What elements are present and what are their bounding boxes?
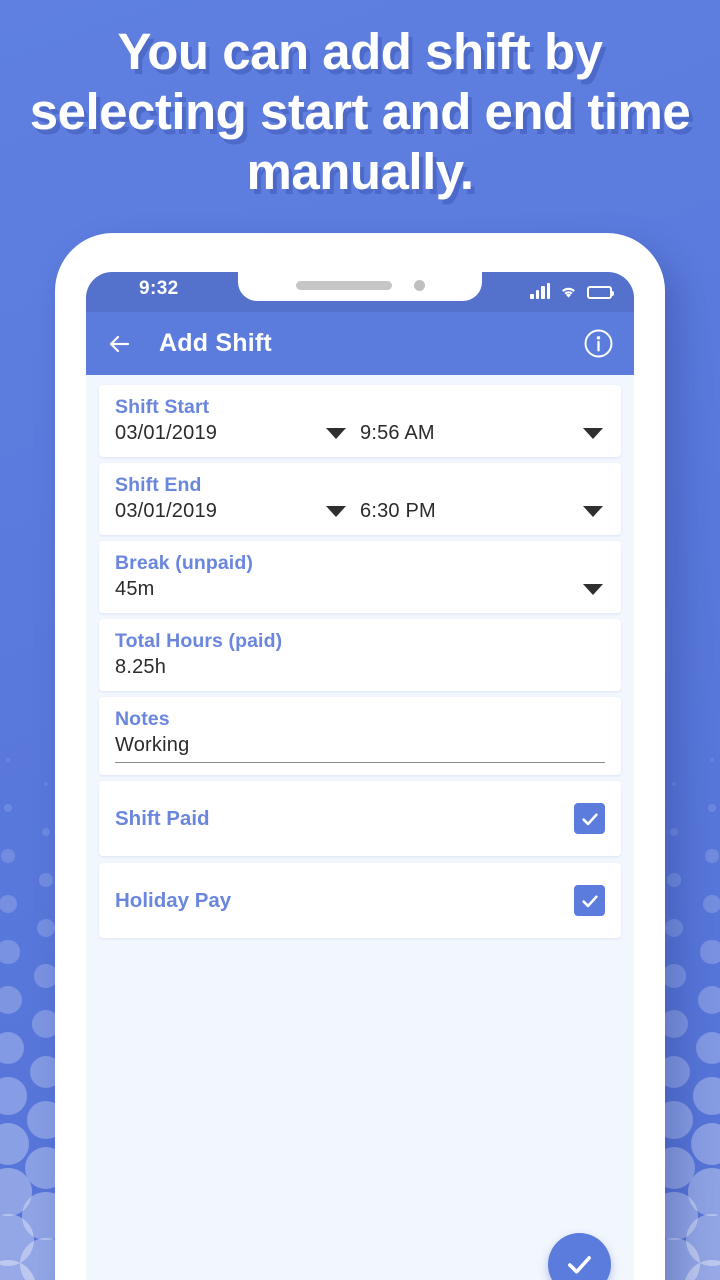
shift-end-time-value: 6:30 PM [360,500,436,522]
holiday-pay-checkbox[interactable] [574,885,605,916]
shift-paid-checkbox[interactable] [574,803,605,834]
shift-end-time-picker[interactable]: 6:30 PM [360,500,605,523]
shift-end-date-picker[interactable]: 03/01/2019 [115,500,360,523]
break-label: Break (unpaid) [115,552,253,574]
signal-bars-icon [530,283,550,299]
notes-input[interactable]: Working [115,734,605,763]
chevron-down-icon[interactable] [326,506,346,517]
form-content: Shift Start 03/01/2019 9:56 AM Shift End [86,375,634,1280]
chevron-down-icon[interactable] [583,428,603,439]
info-icon[interactable] [583,328,614,359]
shift-paid-label: Shift Paid [115,806,210,830]
phone-notch [238,272,482,301]
field-holiday-pay[interactable]: Holiday Pay [99,863,621,938]
break-value: 45m [115,578,155,600]
shift-end-date-value: 03/01/2019 [115,500,218,522]
wifi-icon [559,284,578,299]
chevron-down-icon[interactable] [583,584,603,595]
shift-start-time-picker[interactable]: 9:56 AM [360,422,605,445]
shift-start-date-value: 03/01/2019 [115,422,218,444]
field-shift-start[interactable]: Shift Start 03/01/2019 9:56 AM [99,385,621,457]
promo-headline: You can add shift by selecting start and… [29,23,691,200]
phone-screen: 9:32 Add Shift Shift Start 03/01/2019 9:… [86,272,634,1280]
app-bar: Add Shift [86,312,634,375]
speaker-grille-icon [295,281,392,290]
shift-start-label: Shift Start [115,396,210,418]
notes-label: Notes [115,708,170,730]
field-shift-end[interactable]: Shift End 03/01/2019 6:30 PM [99,463,621,535]
phone-mockup-frame: 9:32 Add Shift Shift Start 03/01/2019 9:… [55,233,665,1280]
chevron-down-icon[interactable] [326,428,346,439]
chevron-down-icon[interactable] [583,506,603,517]
shift-start-time-value: 9:56 AM [360,422,435,444]
field-notes[interactable]: Notes Working [99,697,621,775]
status-bar: 9:32 [86,272,634,312]
shift-end-label: Shift End [115,474,202,496]
app-bar-title: Add Shift [159,329,272,357]
shift-start-date-picker[interactable]: 03/01/2019 [115,422,360,445]
front-camera-icon [413,280,425,291]
status-bar-time: 9:32 [139,278,179,299]
field-break[interactable]: Break (unpaid) 45m [99,541,621,613]
check-icon [568,1256,591,1274]
back-arrow-icon[interactable] [103,327,137,361]
save-shift-fab[interactable] [548,1233,611,1280]
status-bar-icons [530,279,614,299]
field-total-hours: Total Hours (paid) 8.25h [99,619,621,691]
holiday-pay-label: Holiday Pay [115,888,232,912]
field-shift-paid[interactable]: Shift Paid [99,781,621,856]
total-hours-label: Total Hours (paid) [115,630,283,652]
total-hours-value: 8.25h [115,656,167,678]
battery-icon [587,286,614,299]
